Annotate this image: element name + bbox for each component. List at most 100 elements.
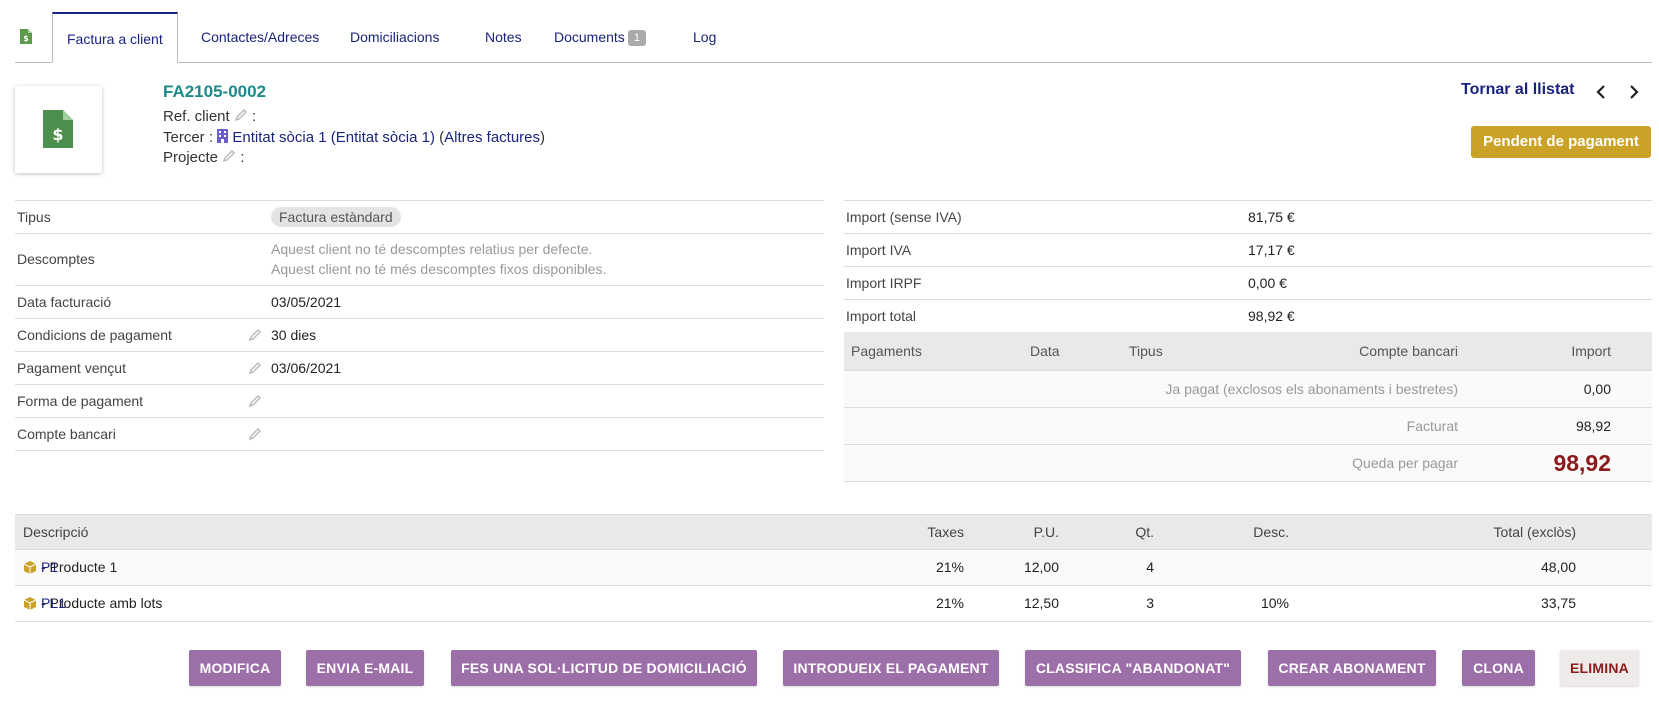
data-facturacio-value: 03/05/2021 bbox=[271, 294, 342, 310]
line-taxes: 21% bbox=[935, 559, 964, 575]
pencil-icon[interactable] bbox=[248, 427, 262, 441]
svg-text:$: $ bbox=[23, 34, 29, 43]
line-pu: 12,50 bbox=[1023, 595, 1059, 611]
projecte-line: Projecte : bbox=[163, 149, 245, 166]
tab-factura-a-client[interactable]: Factura a client bbox=[52, 12, 178, 63]
building-icon bbox=[217, 129, 229, 143]
tab-label: Contactes/Adreces bbox=[201, 29, 320, 45]
classify-abandoned-button[interactable]: CLASSIFICA "ABANDONAT" bbox=[1025, 650, 1241, 686]
create-credit-note-button[interactable]: CREAR ABONAMENT bbox=[1268, 650, 1436, 686]
condicions-label: Condicions de pagament bbox=[17, 327, 172, 343]
delete-button[interactable]: ELIMINA bbox=[1560, 650, 1639, 686]
tab-label: Documents bbox=[554, 29, 625, 45]
chevron-left-icon[interactable] bbox=[1593, 82, 1609, 102]
tab-log[interactable]: Log bbox=[679, 12, 730, 62]
col-taxes: Taxes bbox=[927, 524, 964, 540]
tab-contactes-adreces[interactable]: Contactes/Adreces bbox=[187, 12, 333, 62]
projecte-colon: : bbox=[240, 149, 245, 166]
line-product: P1 - Producte 1 bbox=[41, 550, 117, 584]
payments-col-tipus: Tipus bbox=[1129, 343, 1163, 359]
already-paid-label: Ja pagat (exclosos els abonaments i best… bbox=[1165, 381, 1458, 397]
chevron-right-icon[interactable] bbox=[1626, 82, 1642, 102]
tab-label: Notes bbox=[485, 29, 522, 45]
already-paid-value: 0,00 bbox=[1583, 381, 1611, 397]
info-row-forma: Forma de pagament bbox=[15, 385, 824, 418]
total-row: Import IVA 17,17 € bbox=[844, 234, 1652, 267]
descomptes-relative-text: Aquest client no té descomptes relatius … bbox=[271, 241, 593, 257]
invoice-document-icon: $ bbox=[43, 110, 73, 148]
tab-notes[interactable]: Notes bbox=[471, 12, 536, 62]
total-value: 98,92 € bbox=[1248, 308, 1295, 324]
data-facturacio-label: Data facturació bbox=[17, 294, 112, 310]
other-invoices-link[interactable]: Altres factures bbox=[444, 129, 540, 146]
payments-table: Pagaments Data Tipus Compte bancari Impo… bbox=[844, 332, 1652, 482]
tab-label: Domiciliacions bbox=[350, 29, 440, 45]
pencil-icon[interactable] bbox=[248, 361, 262, 375]
total-label: Import IRPF bbox=[846, 275, 922, 291]
payments-col-import: Import bbox=[1571, 343, 1611, 359]
payments-row-billed: Facturat 98,92 bbox=[844, 408, 1652, 445]
tercer-line: Tercer : Entitat sòcia 1 (Entitat sòcia … bbox=[163, 129, 546, 146]
descomptes-fixed-text: Aquest client no té més descomptes fixos… bbox=[271, 261, 607, 277]
payments-col-pagaments: Pagaments bbox=[851, 343, 922, 359]
col-qt: Qt. bbox=[1135, 524, 1154, 540]
invoice-info-table: Tipus Factura estàndard Descomptes Aques… bbox=[15, 200, 824, 451]
table-row: PL1 - Producte amb lots 21% 12,50 3 10% … bbox=[15, 586, 1652, 622]
clone-button[interactable]: CLONA bbox=[1462, 650, 1535, 686]
pencil-icon[interactable] bbox=[248, 328, 262, 342]
line-product: PL1 - Producte amb lots bbox=[41, 586, 162, 620]
info-row-data: Data facturació 03/05/2021 bbox=[15, 286, 824, 319]
projecte-label: Projecte bbox=[163, 149, 219, 166]
invoice-lines-table: Descripció Taxes P.U. Qt. Desc. Total (e… bbox=[15, 514, 1652, 622]
line-total: 48,00 bbox=[1540, 559, 1576, 575]
total-label: Import (sense IVA) bbox=[846, 209, 962, 225]
product-icon bbox=[23, 561, 37, 574]
compte-bancari-label: Compte bancari bbox=[17, 426, 116, 442]
svg-text:$: $ bbox=[52, 125, 63, 144]
info-row-tipus: Tipus Factura estàndard bbox=[15, 201, 824, 234]
billed-label: Facturat bbox=[1406, 418, 1458, 434]
product-ref-link[interactable]: PL1 bbox=[41, 586, 66, 620]
tipus-label: Tipus bbox=[17, 209, 51, 225]
tab-documents[interactable]: Documents 1 bbox=[540, 12, 660, 62]
product-ref-link[interactable]: P1 bbox=[41, 550, 58, 584]
modify-button[interactable]: MODIFICA bbox=[189, 650, 281, 686]
info-row-descomptes: Descomptes Aquest client no té descompte… bbox=[15, 234, 824, 286]
tercer-link[interactable]: Entitat sòcia 1 (Entitat sòcia 1) bbox=[232, 129, 435, 146]
documents-count-badge: 1 bbox=[627, 30, 646, 47]
pencil-icon[interactable] bbox=[234, 108, 248, 122]
tab-bar: $ Factura a client Contactes/Adreces Dom… bbox=[15, 12, 1652, 63]
document-thumbnail: $ bbox=[15, 86, 102, 173]
tab-domiciliacions[interactable]: Domiciliacions bbox=[336, 12, 453, 62]
direct-debit-request-button[interactable]: FES UNA SOL·LICITUD DE DOMICILIACIÓ bbox=[451, 650, 757, 686]
total-row: Import (sense IVA) 81,75 € bbox=[844, 201, 1652, 234]
payments-row-paid: Ja pagat (exclosos els abonaments i best… bbox=[844, 371, 1652, 408]
forma-pagament-label: Forma de pagament bbox=[17, 393, 144, 409]
condicions-value: 30 dies bbox=[271, 327, 317, 343]
total-label: Import total bbox=[846, 308, 917, 324]
total-value: 0,00 € bbox=[1248, 275, 1287, 291]
info-row-compte: Compte bancari bbox=[15, 418, 824, 451]
enter-payment-button[interactable]: INTRODUEIX EL PAGAMENT bbox=[783, 650, 999, 686]
col-desc: Desc. bbox=[1253, 524, 1289, 540]
col-descripcio: Descripció bbox=[23, 524, 89, 540]
tercer-label: Tercer : bbox=[163, 129, 214, 146]
totals-table: Import (sense IVA) 81,75 € Import IVA 17,1… bbox=[844, 200, 1652, 333]
line-total: 33,75 bbox=[1540, 595, 1576, 611]
pencil-icon[interactable] bbox=[222, 149, 236, 163]
billed-value: 98,92 bbox=[1575, 418, 1611, 434]
descomptes-label: Descomptes bbox=[17, 251, 95, 267]
send-email-button[interactable]: ENVIA E-MAIL bbox=[306, 650, 424, 686]
product-icon bbox=[23, 597, 37, 610]
pencil-icon[interactable] bbox=[248, 394, 262, 408]
ref-client-line: Ref. client : bbox=[163, 108, 256, 125]
back-to-list-link[interactable]: Tornar al llistat bbox=[1461, 81, 1575, 99]
info-row-vencut: Pagament vençut 03/06/2021 bbox=[15, 352, 824, 385]
line-qt: 3 bbox=[1146, 595, 1154, 611]
invoice-icon[interactable]: $ bbox=[20, 29, 32, 44]
line-pu: 12,00 bbox=[1023, 559, 1059, 575]
payments-col-data: Data bbox=[1030, 343, 1060, 359]
total-row: Import IRPF 0,00 € bbox=[844, 267, 1652, 300]
vencut-label: Pagament vençut bbox=[17, 360, 126, 376]
total-label: Import IVA bbox=[846, 242, 912, 258]
